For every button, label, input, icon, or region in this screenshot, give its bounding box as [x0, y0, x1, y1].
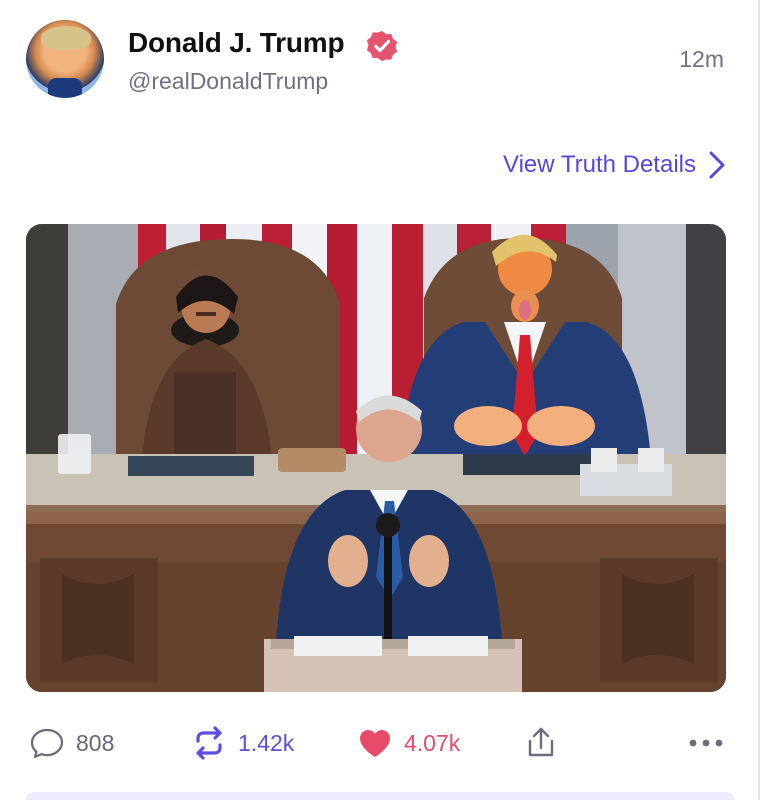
view-truth-details-link[interactable]: View Truth Details	[503, 150, 726, 180]
bottom-panel-edge	[26, 792, 734, 800]
share-icon	[528, 727, 554, 757]
author-handle[interactable]: @realDonaldTrump	[128, 68, 328, 95]
author-name[interactable]: Donald J. Trump	[128, 27, 345, 59]
reply-action[interactable]: 808	[28, 724, 114, 762]
retruth-count: 1.42k	[238, 729, 295, 756]
speech-scene-illustration	[26, 224, 726, 692]
like-count: 4.07k	[404, 729, 461, 756]
post-image[interactable]	[26, 224, 726, 692]
heart-icon	[360, 730, 390, 757]
reply-count: 808	[76, 729, 115, 756]
chevron-right-icon	[709, 151, 725, 179]
more-options-button[interactable]	[686, 724, 726, 762]
profile-avatar[interactable]	[26, 20, 104, 98]
more-dots-icon	[689, 739, 723, 747]
like-action[interactable]: 4.07k	[356, 724, 460, 762]
retruth-action[interactable]: 1.42k	[190, 724, 294, 762]
retruth-repeat-icon	[196, 726, 222, 760]
view-truth-details-label: View Truth Details	[503, 151, 696, 178]
share-action[interactable]	[522, 724, 560, 762]
verified-badge-icon	[366, 31, 398, 61]
reply-bubble-icon	[30, 728, 64, 759]
post-timestamp: 12m	[679, 46, 724, 72]
